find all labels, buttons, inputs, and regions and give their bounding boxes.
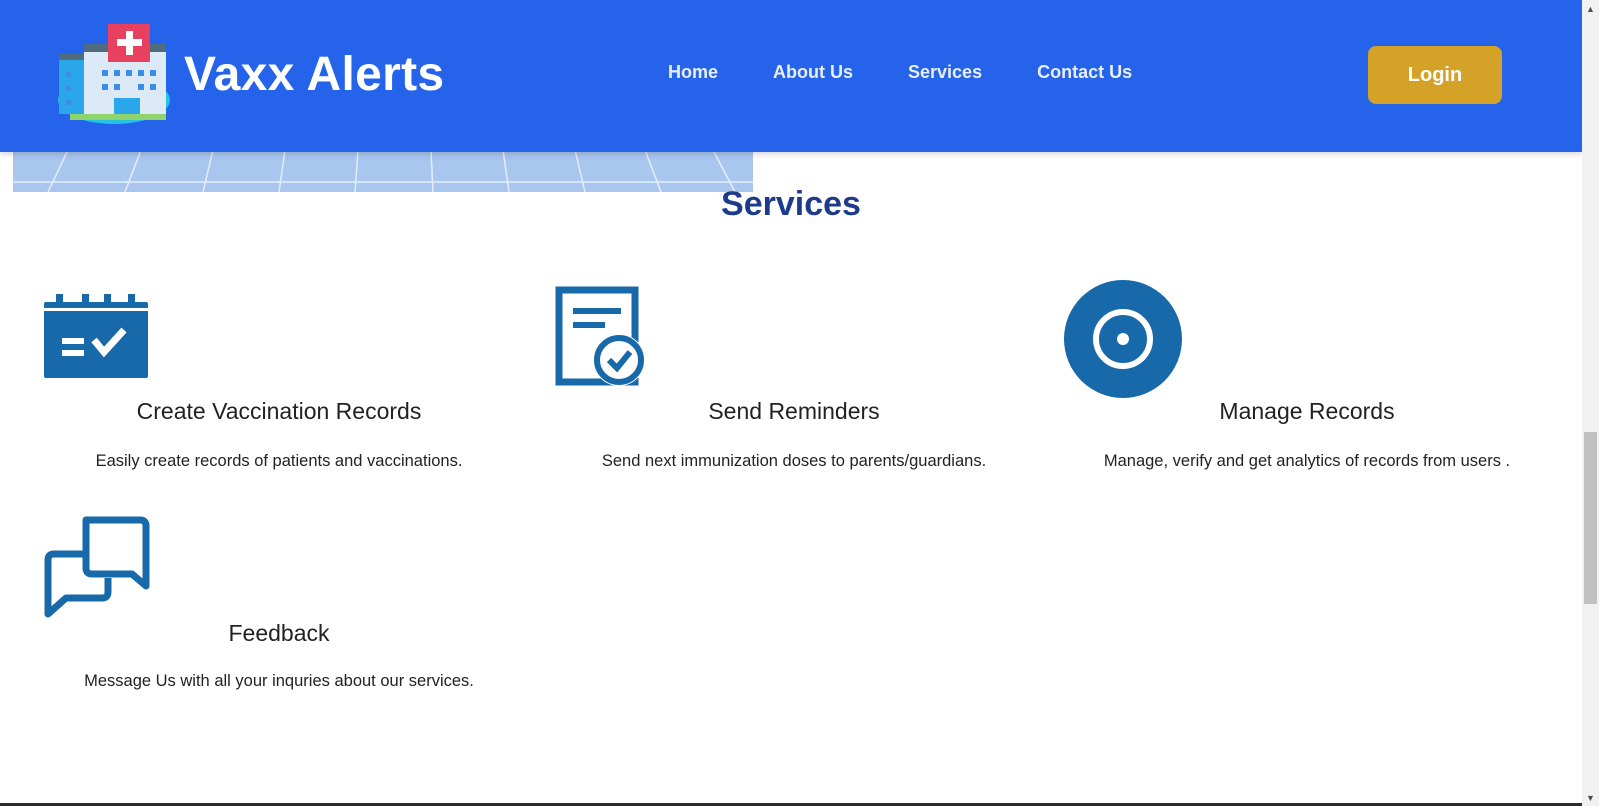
- service-card-send-reminders: Send Reminders Send next immunization do…: [539, 280, 1049, 480]
- top-navbar: Vaxx Alerts Home About Us Services Conta…: [0, 0, 1582, 152]
- scroll-down-arrow-icon[interactable]: ▼: [1582, 789, 1599, 806]
- brand-name: Vaxx Alerts: [184, 47, 445, 101]
- calendar-check-icon: [44, 294, 148, 378]
- service-description: Message Us with all your inquries about …: [84, 672, 474, 690]
- service-card-manage-records: Manage Records Manage, verify and get an…: [1052, 280, 1562, 480]
- nav-services[interactable]: Services: [908, 62, 982, 83]
- service-description: Send next immunization doses to parents/…: [601, 452, 987, 470]
- service-description: Manage, verify and get analytics of reco…: [1103, 452, 1511, 470]
- nav-contact-us[interactable]: Contact Us: [1037, 62, 1132, 83]
- chat-bubbles-icon: [44, 516, 150, 618]
- service-description: Easily create records of patients and va…: [95, 452, 463, 470]
- vertical-scrollbar[interactable]: ▲ ▼: [1582, 0, 1599, 806]
- services-heading: Services: [721, 185, 861, 223]
- service-title: Feedback: [228, 620, 330, 646]
- brand[interactable]: Vaxx Alerts: [56, 22, 444, 126]
- nav-about-us[interactable]: About Us: [773, 62, 853, 83]
- service-card-create-records: Create Vaccination Records Easily create…: [24, 280, 534, 480]
- scroll-up-arrow-icon[interactable]: ▲: [1582, 0, 1599, 17]
- service-title: Send Reminders: [708, 398, 880, 424]
- nav-home[interactable]: Home: [668, 62, 718, 83]
- service-title: Create Vaccination Records: [136, 398, 422, 424]
- document-check-icon: [555, 286, 645, 386]
- service-title: Manage Records: [1219, 398, 1395, 424]
- main-nav: Home About Us Services Contact Us: [668, 62, 1187, 83]
- hospital-icon: [58, 24, 170, 124]
- scrollbar-thumb[interactable]: [1584, 432, 1597, 604]
- login-button[interactable]: Login: [1368, 46, 1502, 104]
- service-card-feedback: Feedback Message Us with all your inquri…: [24, 510, 534, 710]
- disc-icon: [1064, 280, 1182, 398]
